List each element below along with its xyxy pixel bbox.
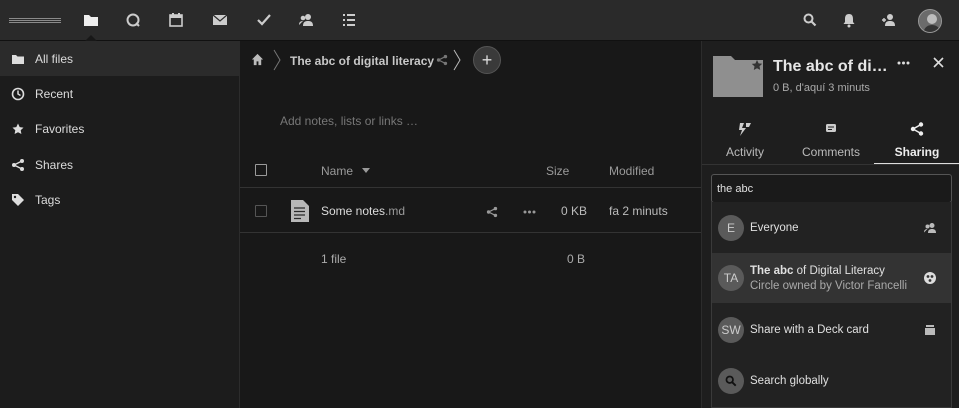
tab-label: Sharing (894, 145, 940, 159)
comment-icon (826, 124, 836, 132)
share-search-input[interactable] (711, 174, 952, 203)
tab-comments[interactable]: Comments (788, 115, 874, 165)
new-file-button[interactable]: + (473, 46, 501, 74)
tab-label: Comments (801, 145, 860, 159)
search-icon[interactable] (801, 11, 819, 29)
deck-icon (925, 325, 935, 335)
panel-subtitle: 0 B, d'aquí 3 minuts (773, 82, 870, 94)
top-bar (0, 0, 959, 41)
sidebar-item-label: Tags (35, 192, 61, 207)
talk-app-icon[interactable] (124, 11, 142, 29)
mail-app-icon[interactable] (211, 11, 229, 29)
share-icon (910, 122, 924, 136)
column-name[interactable]: Name (321, 164, 353, 178)
list-item[interactable]: TA The abc of Digital Literacy Circle ow… (712, 253, 951, 303)
list-item[interactable]: SW Share with a Deck card (712, 305, 951, 355)
file-modified: fa 2 minuts (609, 204, 668, 218)
sidebar-item-shares[interactable]: Shares (0, 147, 240, 182)
tab-sharing[interactable]: Sharing (874, 115, 959, 165)
text-document-icon (291, 200, 309, 222)
activity-icon (739, 123, 751, 136)
table-row[interactable]: Some notes.md 0 KB fa 2 minuts (240, 189, 701, 233)
sidebar-item-label: Shares (35, 157, 74, 172)
file-list-view: The abc of digital literacy + Add notes,… (240, 41, 701, 408)
contacts-menu-icon[interactable] (880, 11, 898, 29)
breadcrumb-separator-icon (273, 49, 281, 71)
calendar-app-icon[interactable] (167, 11, 185, 29)
tabs-divider (702, 164, 959, 165)
sidebar-item-tags[interactable]: Tags (0, 182, 240, 217)
file-name[interactable]: Some notes.md (321, 204, 405, 218)
tag-icon (12, 193, 24, 206)
sidebar-item-recent[interactable]: Recent (0, 76, 240, 111)
details-sidebar: The abc of digital literacy 0 B, d'aquí … (701, 41, 959, 408)
row-checkbox[interactable] (255, 205, 267, 217)
avatar: TA (718, 265, 744, 291)
sidebar-item-favorites[interactable]: Favorites (0, 111, 240, 146)
circles-icon (924, 272, 936, 284)
sidebar-item-label: Recent (35, 86, 74, 101)
tab-label: Activity (725, 145, 764, 159)
files-app-icon[interactable] (82, 11, 100, 29)
file-size: 0 KB (561, 204, 588, 218)
group-icon (924, 223, 936, 233)
breadcrumb-separator-icon (453, 49, 461, 71)
avatar: SW (718, 317, 744, 343)
sidebar-item-label: Favorites (35, 121, 85, 136)
share-icon[interactable] (436, 54, 448, 66)
folder-icon (12, 54, 24, 64)
file-list-header: Name Size Modified (240, 153, 701, 188)
rich-workspace-placeholder[interactable]: Add notes, lists or links … (280, 114, 418, 128)
list-item[interactable]: Search globally (712, 356, 951, 406)
logo[interactable] (9, 18, 61, 23)
avatar (718, 368, 744, 394)
select-all-checkbox[interactable] (255, 164, 267, 176)
clock-icon (11, 87, 25, 100)
contacts-app-icon[interactable] (297, 11, 315, 29)
column-size[interactable]: Size (546, 164, 569, 178)
list-item[interactable]: E Everyone (712, 203, 951, 253)
star-icon (12, 123, 24, 134)
summary-file-count: 1 file (321, 252, 347, 266)
share-icon (12, 158, 24, 171)
file-list-summary: 1 file 0 B (240, 234, 701, 282)
result-label: The abc of Digital Literacy (750, 265, 885, 277)
result-sublabel: Circle owned by Victor Fancelli (750, 280, 908, 292)
breadcrumb: The abc of digital literacy + (240, 41, 701, 79)
home-icon[interactable] (251, 53, 264, 66)
result-label: Everyone (750, 222, 799, 234)
avatar: E (718, 215, 744, 241)
search-icon (725, 375, 737, 387)
close-icon[interactable] (933, 57, 944, 68)
column-modified[interactable]: Modified (609, 164, 654, 178)
sidebar-item-label: All files (35, 51, 74, 66)
panel-title: The abc of digital literacy (773, 58, 888, 75)
more-actions-icon[interactable] (897, 61, 910, 65)
summary-size: 0 B (567, 252, 586, 266)
share-results-dropdown: E Everyone TA The abc of Digital Literac… (711, 202, 952, 408)
user-avatar[interactable] (918, 9, 942, 33)
tab-activity[interactable]: Activity (702, 115, 788, 165)
result-label: Search globally (750, 375, 829, 387)
files-navigation: All files Recent Favorites Shares Tags (0, 41, 240, 408)
sort-caret-down-icon (362, 168, 370, 173)
tasks-app-icon[interactable] (255, 11, 273, 29)
breadcrumb-current-folder[interactable]: The abc of digital literacy (290, 54, 434, 68)
share-icon[interactable] (486, 206, 498, 218)
more-actions-icon[interactable] (523, 210, 536, 214)
result-label: Share with a Deck card (750, 324, 869, 336)
notifications-bell-icon[interactable] (840, 11, 858, 29)
deck-app-icon[interactable] (340, 11, 358, 29)
sidebar-item-all-files[interactable]: All files (0, 41, 240, 76)
folder-icon (713, 56, 763, 97)
